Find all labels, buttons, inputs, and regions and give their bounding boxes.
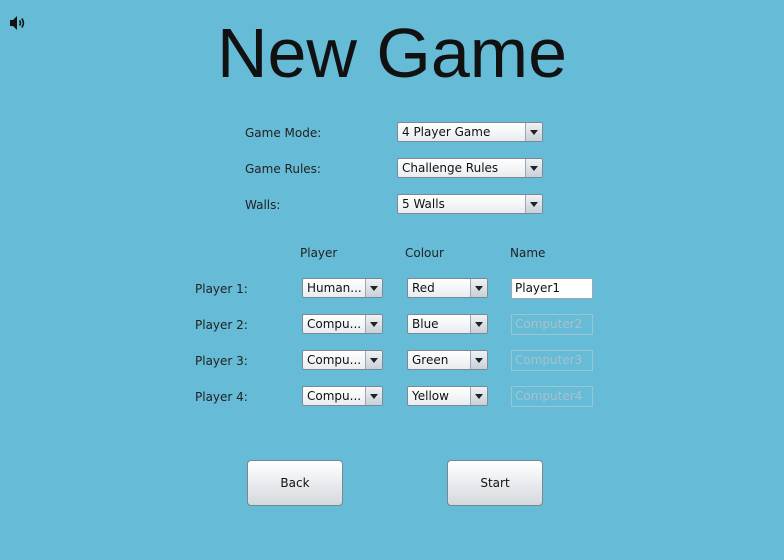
player-2-name-field: Computer2	[511, 314, 593, 335]
player-3-label: Player 3:	[195, 354, 248, 368]
start-button[interactable]: Start	[447, 460, 543, 506]
player-2-label: Player 2:	[195, 318, 248, 332]
player-3-type-value: Compu...	[307, 353, 362, 367]
chevron-down-icon	[525, 195, 542, 213]
player-3-type-select[interactable]: Compu...	[302, 350, 383, 370]
player-2-type-select[interactable]: Compu...	[302, 314, 383, 334]
player-3-colour-select[interactable]: Green	[407, 350, 488, 370]
player-1-name-field[interactable]: Player1	[511, 278, 593, 299]
game-rules-value: Challenge Rules	[402, 161, 499, 175]
player-3-colour-value: Green	[412, 353, 449, 367]
game-mode-value: 4 Player Game	[402, 125, 491, 139]
player-1-label: Player 1:	[195, 282, 248, 296]
player-3-name-field: Computer3	[511, 350, 593, 371]
player-1-type-value: Human...	[307, 281, 362, 295]
player-4-colour-select[interactable]: Yellow	[407, 386, 488, 406]
walls-value: 5 Walls	[402, 197, 445, 211]
page-title: New Game	[216, 14, 568, 92]
name-column-header: Name	[510, 246, 546, 260]
chevron-down-icon	[470, 315, 487, 333]
game-mode-select[interactable]: 4 Player Game	[397, 122, 543, 142]
player-2-colour-value: Blue	[412, 317, 439, 331]
player-4-type-select[interactable]: Compu...	[302, 386, 383, 406]
player-4-colour-value: Yellow	[412, 389, 449, 403]
chevron-down-icon	[525, 159, 542, 177]
back-button[interactable]: Back	[247, 460, 343, 506]
walls-label: Walls:	[245, 198, 281, 212]
game-rules-select[interactable]: Challenge Rules	[397, 158, 543, 178]
chevron-down-icon	[365, 387, 382, 405]
player-4-type-value: Compu...	[307, 389, 362, 403]
player-2-type-value: Compu...	[307, 317, 362, 331]
chevron-down-icon	[365, 315, 382, 333]
player-2-colour-select[interactable]: Blue	[407, 314, 488, 334]
player-1-type-select[interactable]: Human...	[302, 278, 383, 298]
chevron-down-icon	[365, 351, 382, 369]
colour-column-header: Colour	[405, 246, 444, 260]
player-4-name-field: Computer4	[511, 386, 593, 407]
player-column-header: Player	[300, 246, 338, 260]
chevron-down-icon	[365, 279, 382, 297]
player-1-colour-value: Red	[412, 281, 435, 295]
chevron-down-icon	[470, 387, 487, 405]
game-rules-label: Game Rules:	[245, 162, 321, 176]
player-4-label: Player 4:	[195, 390, 248, 404]
chevron-down-icon	[525, 123, 542, 141]
game-mode-label: Game Mode:	[245, 126, 322, 140]
walls-select[interactable]: 5 Walls	[397, 194, 543, 214]
chevron-down-icon	[470, 351, 487, 369]
chevron-down-icon	[470, 279, 487, 297]
player-1-colour-select[interactable]: Red	[407, 278, 488, 298]
